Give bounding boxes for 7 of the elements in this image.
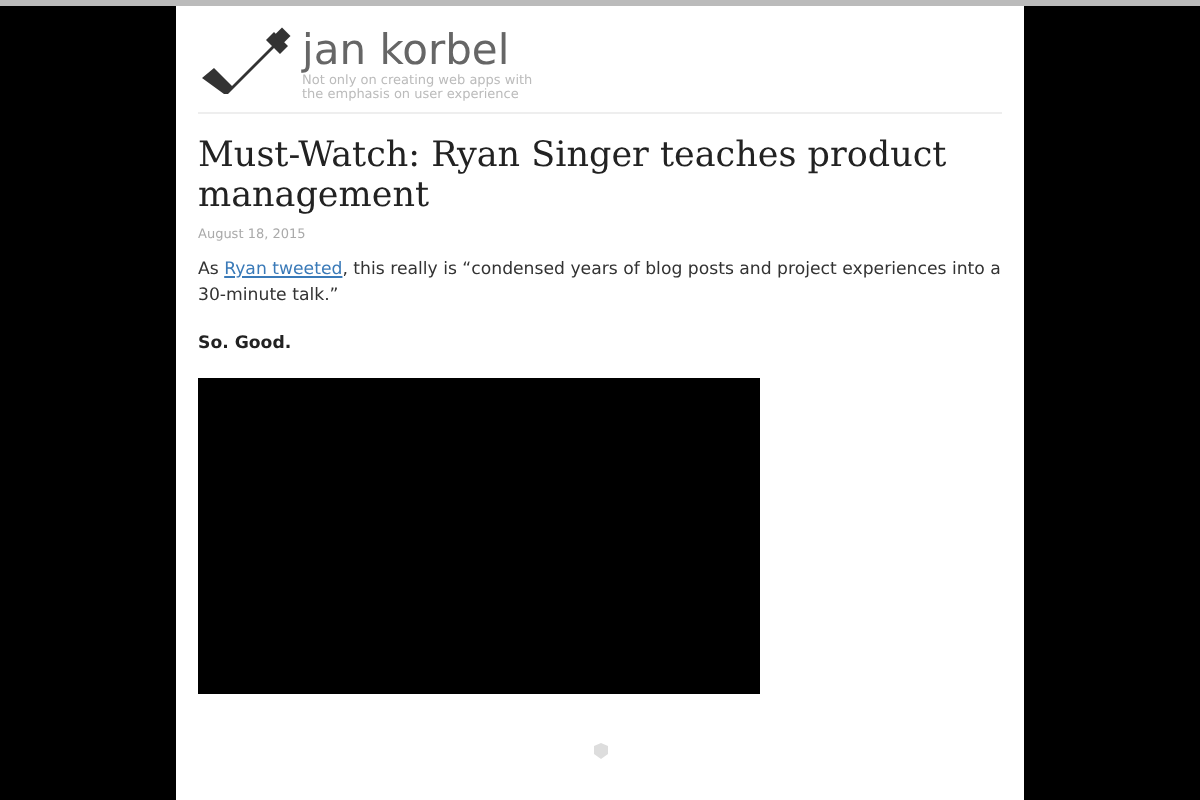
video-player[interactable] (198, 378, 760, 694)
footer-icon (591, 742, 609, 760)
emphasis-text: So. Good. (198, 334, 294, 354)
site-title[interactable]: jan korbel (302, 26, 538, 74)
text-link[interactable]: Ryan tweeted (224, 260, 343, 280)
post-title: Must-Watch: Ryan Singer teaches product management (198, 136, 949, 216)
post-paragraph: As Ryan tweeted, this really is “condensed years of blog posts and project experiences into a 30-minute talk.” (198, 258, 1002, 310)
